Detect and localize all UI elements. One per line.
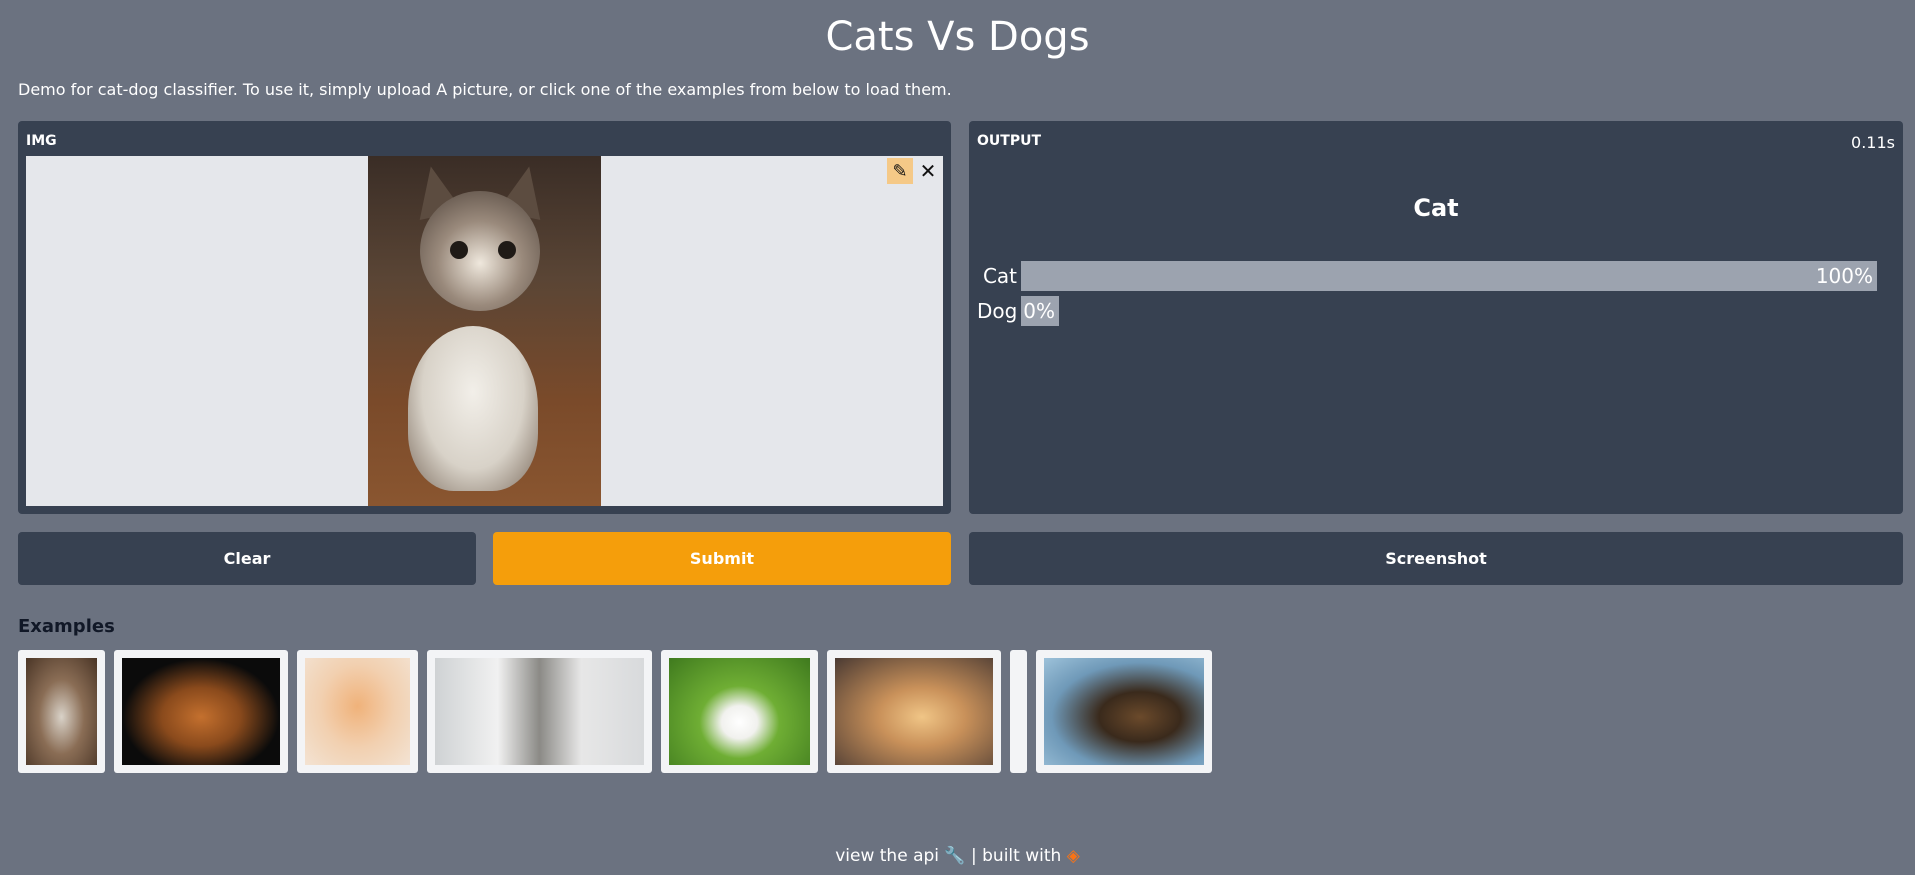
- pencil-icon[interactable]: ✎: [887, 158, 913, 184]
- example-german-shepherd[interactable]: [1036, 650, 1212, 773]
- image-upload-area[interactable]: ✎ ✕: [26, 156, 943, 506]
- submit-button[interactable]: Submit: [493, 532, 951, 585]
- footer: view the api 🔧 | built with ◈: [0, 846, 1915, 866]
- example-white-puppy-on-grass[interactable]: [661, 650, 818, 773]
- confidence-label: Dog: [977, 299, 1018, 323]
- view-api-link[interactable]: view the api 🔧: [835, 846, 965, 866]
- inference-time: 0.11s: [1851, 133, 1895, 152]
- page-description: Demo for cat-dog classifier. To use it, …: [18, 80, 952, 99]
- confidence-row-dog: Dog 0%: [977, 296, 1877, 326]
- built-with-link[interactable]: built with ◈: [982, 846, 1080, 866]
- input-label: IMG: [26, 133, 57, 149]
- confidence-label: Cat: [982, 264, 1017, 288]
- uploaded-image: [368, 156, 601, 506]
- example-cat-with-sunglasses[interactable]: [427, 650, 652, 773]
- clear-button[interactable]: Clear: [18, 532, 476, 585]
- confidence-row-cat: Cat 100%: [977, 261, 1877, 291]
- example-blank[interactable]: [1010, 650, 1027, 773]
- footer-separator: |: [971, 846, 977, 866]
- examples-label: Examples: [18, 616, 115, 637]
- image-toolbar: ✎ ✕: [887, 158, 941, 184]
- close-icon[interactable]: ✕: [915, 158, 941, 184]
- predicted-label: Cat: [1413, 194, 1459, 222]
- example-abyssinian-cat[interactable]: [114, 650, 288, 773]
- wrench-icon: 🔧: [944, 846, 966, 866]
- confidence-bar: 0%: [1021, 296, 1059, 326]
- page-title: Cats Vs Dogs: [825, 14, 1090, 60]
- screenshot-button[interactable]: Screenshot: [969, 532, 1903, 585]
- confidence-bar: 100%: [1021, 261, 1877, 291]
- example-kitten-sitting[interactable]: [18, 650, 105, 773]
- input-panel: IMG ✎ ✕: [18, 121, 951, 514]
- gradio-logo-icon: ◈: [1066, 846, 1080, 866]
- output-label: OUTPUT: [977, 133, 1041, 149]
- output-panel: OUTPUT 0.11s Cat Cat 100% Dog 0%: [969, 121, 1903, 514]
- example-golden-retriever-puppy[interactable]: [827, 650, 1001, 773]
- example-orange-kitten-sleeping[interactable]: [297, 650, 418, 773]
